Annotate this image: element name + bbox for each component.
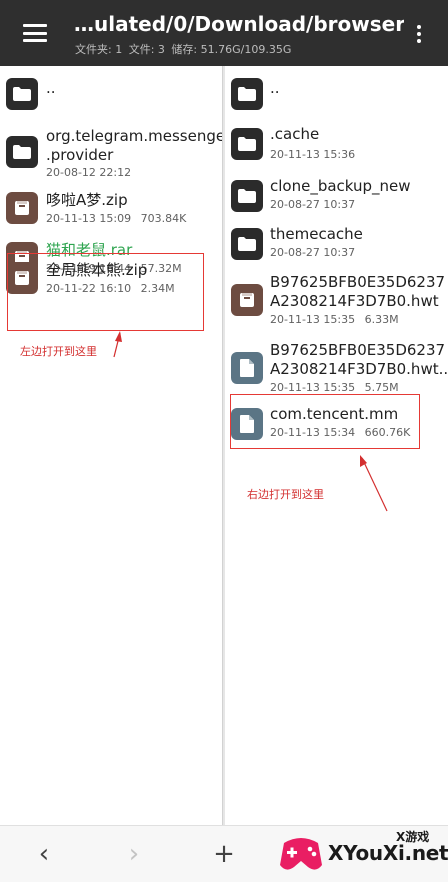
file-date: 20-08-27 10:37	[270, 198, 356, 211]
file-name: org.telegram.messenger	[46, 127, 222, 145]
file-name: clone_backup_new	[270, 177, 411, 195]
storage-usage: 储存: 51.76G/109.35G	[171, 43, 292, 56]
file-size: 6.33M	[364, 313, 399, 326]
watermark-logo-icon	[280, 838, 322, 870]
file-name: B97625BFB0E35D6237	[270, 341, 446, 359]
file-meta: 20-11-13 15:35 6.33M	[270, 313, 405, 326]
file-name: 哆啦A梦.zip	[46, 191, 128, 209]
watermark-text: XYouXi.net	[328, 841, 448, 865]
list-item-parent[interactable]: ..	[0, 72, 222, 116]
menu-button[interactable]	[12, 12, 58, 54]
file-name: themecache	[270, 225, 363, 243]
path-title: …ulated/0/Download/browser/	[74, 12, 404, 36]
more-options-button[interactable]	[402, 14, 436, 54]
folder-icon	[231, 128, 263, 160]
folder-icon	[6, 136, 38, 168]
back-button[interactable]: ‹	[24, 836, 64, 872]
file-meta: 20-11-13 15:09 703.84K	[46, 212, 192, 225]
more-vert-icon	[417, 25, 421, 29]
file-meta: 20-11-13 15:36	[270, 148, 361, 161]
file-name-line2: .provider	[46, 146, 114, 164]
file-name-line2: A2308214F3D7B0.hwt....	[270, 360, 448, 378]
file-name-line2: A2308214F3D7B0.hwt	[270, 292, 439, 310]
hamburger-icon	[23, 24, 47, 42]
file-meta: 20-08-27 10:37	[270, 246, 361, 259]
file-count: 文件: 3	[128, 43, 165, 56]
file-name: .cache	[270, 125, 320, 143]
file-date: 20-11-13 15:36	[270, 148, 356, 161]
archive-icon	[6, 192, 38, 224]
file-size: 5.75M	[364, 381, 399, 394]
annotation-left: 左边打开到这里	[20, 345, 97, 358]
app-bar: …ulated/0/Download/browser/ 文件夹: 1 文件: 3…	[0, 0, 448, 66]
list-item[interactable]: 哆啦A梦.zip 20-11-13 15:09 703.84K	[0, 188, 222, 232]
folder-icon	[231, 180, 263, 212]
list-item[interactable]: B97625BFB0E35D6237 A2308214F3D7B0.hwt...…	[225, 338, 448, 402]
archive-icon	[231, 284, 263, 316]
path-summary: 文件夹: 1 文件: 3 储存: 51.76G/109.35G	[75, 41, 294, 57]
list-item[interactable]: org.telegram.messenger .provider 20-08-1…	[0, 124, 222, 180]
file-date: 20-11-13 15:35	[270, 381, 356, 394]
file-date: 20-08-27 10:37	[270, 246, 356, 259]
folder-icon	[6, 78, 38, 110]
highlight-box-right	[230, 394, 420, 449]
file-name: ..	[46, 79, 56, 97]
folder-icon	[231, 228, 263, 260]
list-item[interactable]: themecache 20-08-27 10:37	[225, 222, 448, 268]
folder-icon	[231, 78, 263, 110]
file-meta: 20-08-27 10:37	[270, 198, 361, 211]
list-item[interactable]: clone_backup_new 20-08-27 10:37	[225, 174, 448, 220]
file-meta: 20-11-13 15:35 5.75M	[270, 381, 405, 394]
file-name: ..	[270, 79, 280, 97]
add-button[interactable]: +	[204, 836, 244, 872]
file-size: 703.84K	[140, 212, 187, 225]
left-pane[interactable]: .. org.telegram.messenger .provider 20-0…	[0, 66, 222, 825]
list-item-parent[interactable]: ..	[225, 72, 448, 116]
file-name: B97625BFB0E35D6237	[270, 273, 446, 291]
file-meta: 20-08-12 22:12	[46, 166, 137, 179]
file-date: 20-08-12 22:12	[46, 166, 132, 179]
document-icon	[231, 352, 263, 384]
forward-button[interactable]: ›	[114, 836, 154, 872]
annotation-right: 右边打开到这里	[247, 488, 324, 501]
list-item[interactable]: B97625BFB0E35D6237 A2308214F3D7B0.hwt 20…	[225, 270, 448, 334]
file-date: 20-11-13 15:35	[270, 313, 356, 326]
folder-count: 文件夹: 1	[75, 43, 123, 56]
highlight-box-left	[7, 253, 204, 331]
file-date: 20-11-13 15:09	[46, 212, 132, 225]
list-item[interactable]: .cache 20-11-13 15:36	[225, 122, 448, 168]
